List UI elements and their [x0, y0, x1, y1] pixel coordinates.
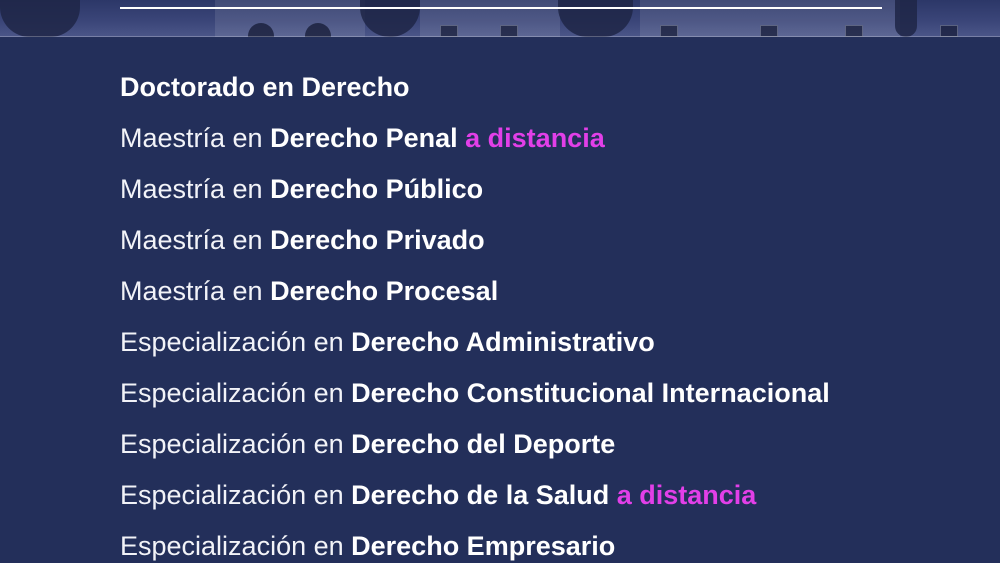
program-name: Derecho Procesal: [270, 276, 499, 306]
program-level: Maestría en: [120, 123, 271, 153]
tree-shape: [0, 0, 80, 37]
program-item-especializacion-derecho-deporte[interactable]: Especialización en Derecho del Deporte: [120, 423, 830, 474]
tree-shape: [895, 0, 917, 37]
program-name: Derecho Administrativo: [351, 327, 655, 357]
program-level: Especialización en: [120, 531, 352, 561]
program-name: Derecho Público: [270, 174, 484, 204]
program-level: Especialización en: [120, 327, 352, 357]
page: Doctorado en Derecho Maestría en Derecho…: [0, 0, 1000, 563]
program-list: Doctorado en Derecho Maestría en Derecho…: [120, 66, 830, 563]
tree-shape: [360, 0, 420, 37]
program-level: Especialización en: [120, 480, 352, 510]
hero-image-strip: [0, 0, 1000, 37]
program-level: Maestría en: [120, 174, 271, 204]
program-name: Derecho del Deporte: [351, 429, 616, 459]
program-item-maestria-derecho-publico[interactable]: Maestría en Derecho Público: [120, 168, 830, 219]
program-item-doctorado-derecho[interactable]: Doctorado en Derecho: [120, 66, 830, 117]
program-item-maestria-derecho-privado[interactable]: Maestría en Derecho Privado: [120, 219, 830, 270]
program-name: Derecho Empresario: [351, 531, 616, 561]
distance-badge: a distancia: [457, 123, 605, 153]
program-item-especializacion-derecho-constitucional-internacional[interactable]: Especialización en Derecho Constituciona…: [120, 372, 830, 423]
program-item-maestria-derecho-penal[interactable]: Maestría en Derecho Penal a distancia: [120, 117, 830, 168]
program-level: Maestría en: [120, 225, 271, 255]
program-name: Derecho de la Salud: [351, 480, 610, 510]
program-name: Derecho Constitucional Internacional: [351, 378, 830, 408]
distance-badge: a distancia: [609, 480, 757, 510]
program-item-especializacion-derecho-administrativo[interactable]: Especialización en Derecho Administrativ…: [120, 321, 830, 372]
program-name: Derecho Privado: [270, 225, 485, 255]
program-name: Doctorado en Derecho: [120, 72, 410, 102]
hero-divider-line: [120, 7, 882, 9]
program-name: Derecho Penal: [270, 123, 458, 153]
program-level: Especialización en: [120, 429, 352, 459]
program-level: Maestría en: [120, 276, 271, 306]
tree-shape: [558, 0, 633, 37]
program-level: Especialización en: [120, 378, 352, 408]
hero-bottom-edge: [0, 36, 1000, 37]
program-item-maestria-derecho-procesal[interactable]: Maestría en Derecho Procesal: [120, 270, 830, 321]
facade-wall: [215, 0, 365, 37]
program-item-especializacion-derecho-salud[interactable]: Especialización en Derecho de la Salud a…: [120, 474, 830, 525]
program-item-especializacion-derecho-empresario[interactable]: Especialización en Derecho Empresario: [120, 525, 830, 563]
